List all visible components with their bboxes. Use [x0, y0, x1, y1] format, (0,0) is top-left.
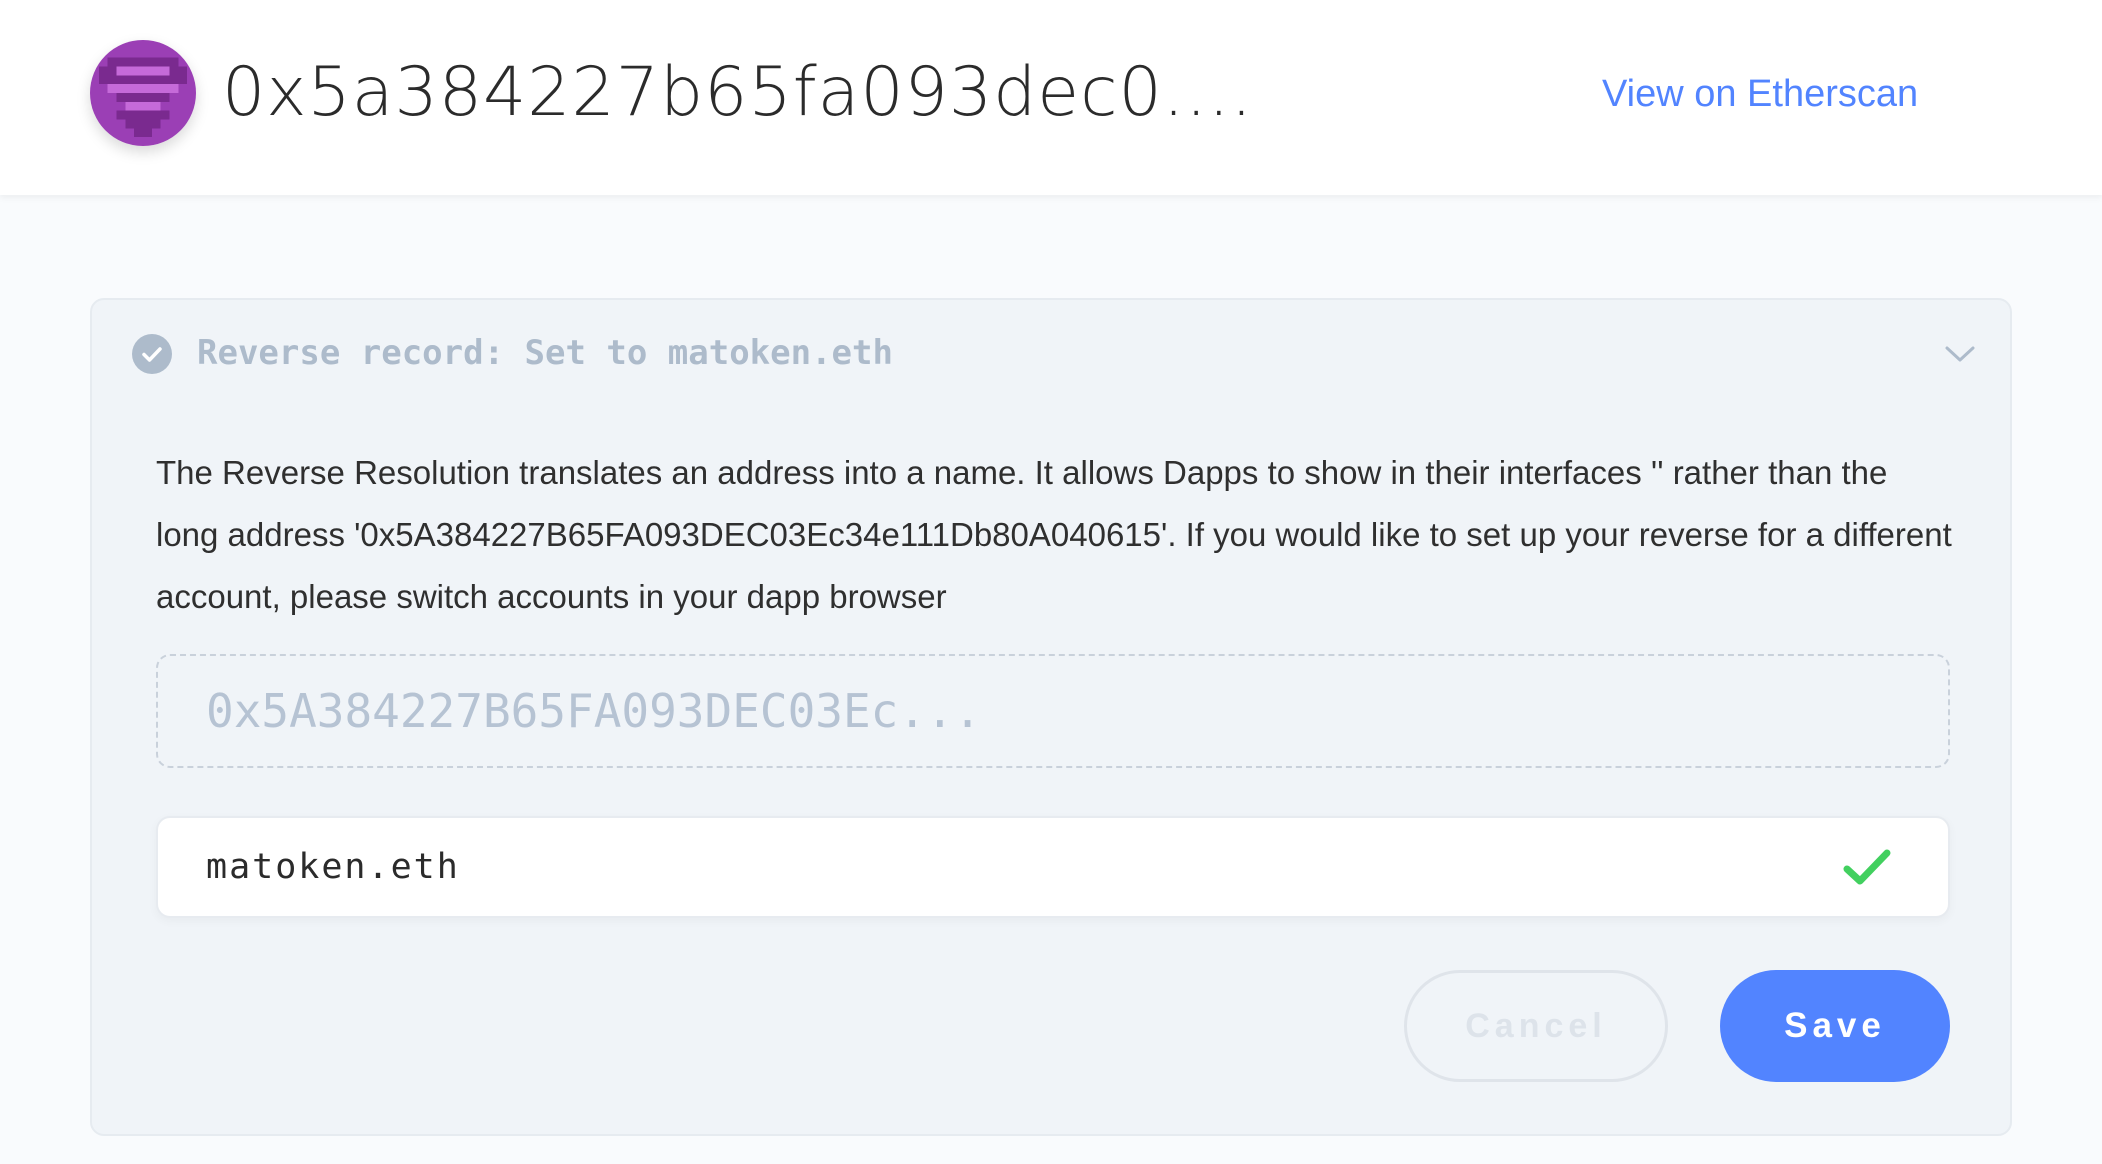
header: 0x5a384227b65fa093dec0.... View on Ether… [0, 0, 2102, 195]
identicon-avatar [90, 40, 196, 146]
record-title: Reverse record: Set to matoken.eth [197, 333, 893, 373]
page: 0x5a384227b65fa093dec0.... View on Ether… [0, 0, 2102, 1164]
reverse-resolution-description: The Reverse Resolution translates an add… [156, 454, 1952, 615]
reverse-record-card: Reverse record: Set to matoken.eth The R… [90, 298, 2012, 1136]
view-on-etherscan-link[interactable]: View on Etherscan [1602, 66, 1918, 122]
cancel-button[interactable]: Cancel [1404, 970, 1668, 1082]
address-title: 0x5a384227b65fa093dec0.... [222, 53, 1254, 132]
name-input[interactable] [206, 818, 1806, 916]
address-input[interactable] [156, 654, 1950, 768]
name-field [156, 816, 1950, 918]
checkmark-icon [1843, 849, 1891, 885]
chevron-down-icon[interactable] [1942, 336, 1978, 372]
save-button[interactable]: Save [1720, 970, 1950, 1082]
check-circle-icon [132, 334, 172, 374]
